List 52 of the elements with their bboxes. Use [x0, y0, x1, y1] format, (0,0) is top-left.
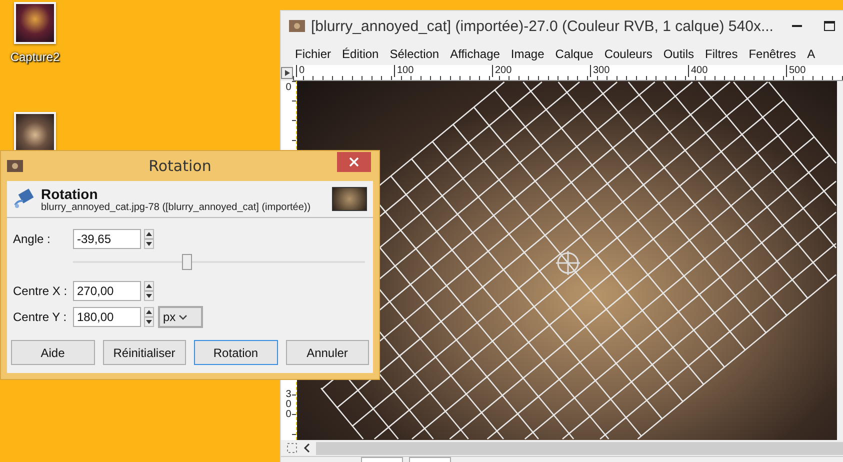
ruler-number: 400 [688, 65, 786, 77]
ruler-number: 0 [296, 65, 394, 77]
slider-thumb[interactable] [182, 254, 192, 270]
angle-field[interactable]: -39,65 [73, 229, 141, 249]
dialog-button[interactable]: Annuler [286, 340, 369, 365]
menu-item[interactable]: Outils [657, 47, 700, 61]
dialog-heading: Rotation [41, 186, 99, 202]
image-name: blurry_annoyed_cat.jpg-78 ([blurry_annoyed_cat] (importée)) [41, 202, 312, 212]
spin-up-icon[interactable] [146, 232, 152, 236]
menu-item[interactable]: Calque [549, 47, 598, 61]
caret-icon[interactable] [178, 314, 187, 320]
dialog-button[interactable]: Aide [11, 340, 94, 365]
spin-up-icon[interactable] [146, 284, 152, 288]
spin-down-icon[interactable] [146, 294, 152, 298]
window-title: [blurry_annoyed_cat] (importée)-27.0 (Couleur RVB, 1 calque) 540x... [311, 18, 774, 34]
play-icon[interactable] [281, 67, 293, 79]
menu-item[interactable]: Édition [336, 47, 384, 61]
menu-item[interactable]: Filtres [699, 47, 743, 61]
ruler-number: 300 [286, 390, 292, 420]
close-icon[interactable] [349, 157, 359, 167]
horizontal-scrollbar[interactable] [316, 442, 843, 454]
selection-icon[interactable] [287, 443, 297, 453]
menu-item[interactable]: Fenêtres [742, 47, 802, 61]
dialog-button[interactable]: Rotation [194, 340, 278, 365]
menu-item[interactable]: Affichage [444, 47, 505, 61]
ruler-number: 200 [492, 65, 590, 77]
image-thumbnail[interactable] [14, 2, 56, 44]
dialog-button[interactable]: Réinitialiser [102, 340, 186, 365]
ruler-number: 100 [394, 65, 492, 77]
unit-dropdown[interactable]: px [158, 306, 203, 328]
centre-x-field[interactable]: 270,00 [73, 281, 141, 301]
centre-y-field[interactable]: 180,00 [73, 307, 141, 327]
ruler-number: 500 [786, 65, 843, 77]
chevron-left-icon[interactable] [303, 443, 310, 453]
ruler-number: 0 [286, 83, 292, 93]
dialog-title: Rotation [148, 157, 212, 175]
spin-down-icon[interactable] [146, 242, 152, 246]
image-preview [332, 187, 367, 211]
menu-item[interactable]: Fichier [289, 47, 336, 61]
angle-label: Angle : [13, 232, 52, 246]
crosshair-icon[interactable] [556, 251, 580, 275]
close-button[interactable] [337, 152, 371, 172]
menu-item[interactable]: Couleurs [598, 47, 658, 61]
centre-y-label: Centre Y : [13, 310, 68, 324]
menu-item[interactable]: Image [504, 47, 550, 61]
spin-down-icon[interactable] [146, 320, 152, 324]
centre-x-label: Centre X : [13, 284, 68, 298]
menu-item[interactable]: Sélection [384, 47, 444, 61]
maximize-icon[interactable] [824, 21, 835, 31]
menu-item[interactable]: A [801, 47, 820, 61]
spin-up-icon[interactable] [146, 310, 152, 314]
ruler-number: 300 [590, 65, 688, 77]
